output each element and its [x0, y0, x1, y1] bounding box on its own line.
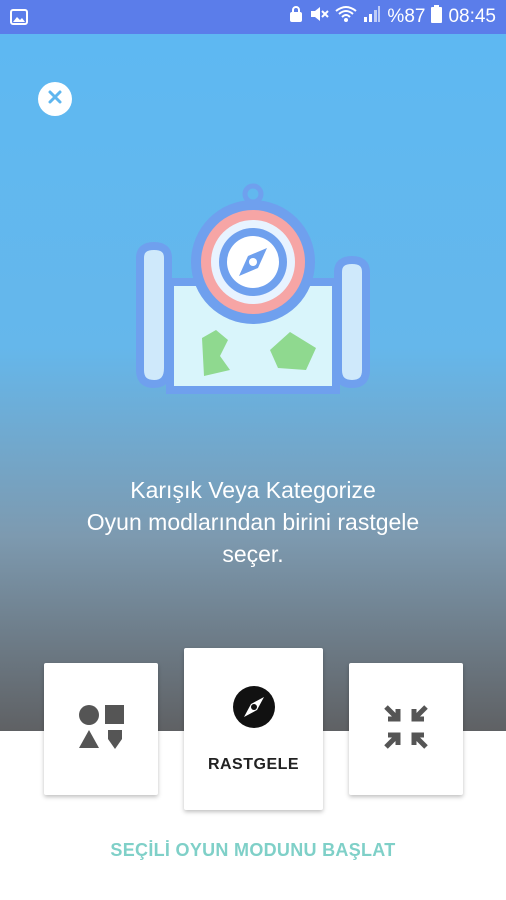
description-line-1: Karışık Veya Kategorize — [130, 477, 376, 503]
description-line-3: seçer. — [222, 541, 284, 567]
lock-icon — [289, 5, 303, 29]
map-compass-illustration — [130, 180, 376, 400]
mode-card-categorized[interactable] — [349, 663, 463, 795]
status-bar: %87 08:45 — [0, 0, 506, 34]
description-line-2: Oyun modlarından birini rastgele — [86, 509, 420, 535]
signal-icon — [363, 5, 381, 29]
collapse-arrows-icon — [382, 703, 430, 756]
wifi-icon — [335, 5, 358, 29]
battery-percent: %87 — [387, 6, 426, 27]
battery-icon — [431, 5, 443, 29]
mode-card-random[interactable]: RASTGELE — [184, 648, 323, 810]
mode-card-mixed[interactable] — [44, 663, 158, 795]
mute-icon — [309, 5, 330, 29]
mode-description: Karışık Veya Kategorize Oyun modlarından… — [0, 474, 506, 570]
compass-icon — [232, 685, 276, 734]
clock: 08:45 — [448, 6, 496, 27]
shapes-icon — [77, 703, 125, 756]
close-icon — [46, 88, 64, 111]
close-button[interactable] — [38, 82, 72, 116]
mode-card-label: RASTGELE — [207, 755, 300, 773]
image-icon — [10, 9, 28, 30]
start-selected-mode-button[interactable]: SEÇİLİ OYUN MODUNU BAŞLAT — [0, 840, 506, 861]
